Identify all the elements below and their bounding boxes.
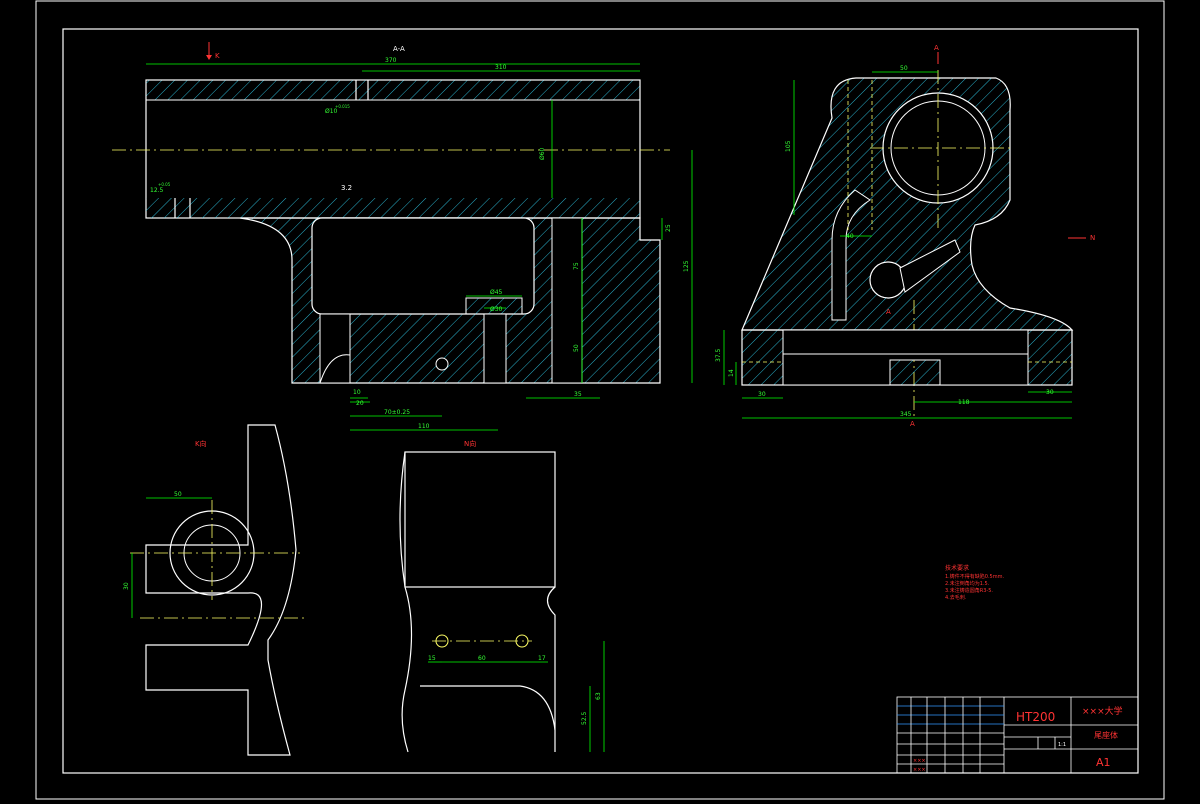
n-dim-60: 60 <box>478 655 486 662</box>
a-marker-mid: A <box>886 308 891 316</box>
title-block: ××× ××× HT200 ×××大学 尾座体 A1 1:1 <box>896 696 1139 774</box>
dim-75: 75 <box>573 262 580 270</box>
a-marker-top: A <box>934 44 939 52</box>
side-dim-30a: 30 <box>758 391 766 398</box>
dim-dia10: Ø10 <box>325 108 338 115</box>
checker-mark: ××× <box>913 767 926 773</box>
roughness-symbol: 3.2 <box>341 184 352 192</box>
a-marker-bottom: A <box>910 420 915 428</box>
school-name: ×××大学 <box>1082 705 1123 717</box>
side-view: A 50 105 40 345 30 118 30 37.5 14 N A A <box>715 44 1095 428</box>
k-view-label: K向 <box>195 439 207 448</box>
sheet-size: A1 <box>1096 756 1111 769</box>
dim-12-5: 12.5 <box>150 187 164 194</box>
side-dim-40: 40 <box>846 233 854 240</box>
n-view: N向 60 15 17 63 52.5 <box>399 439 605 753</box>
k-view: K向 50 30 <box>123 424 306 756</box>
dim-12-5-tol: +0.05 <box>158 182 171 187</box>
dim-125: 125 <box>683 260 690 272</box>
side-dim-14: 14 <box>728 369 735 377</box>
scale-value: 1:1 <box>1058 742 1066 748</box>
k-view-outline <box>145 424 297 756</box>
k-dim-30: 30 <box>123 582 130 590</box>
dim-dia45: Ø45 <box>490 289 503 296</box>
drawing-canvas: A-A K 370 310 Ø10 +0.015 12.5 +0.05 3.2 <box>0 0 1200 800</box>
side-dim-345: 345 <box>900 411 912 418</box>
dim-dia10-tol: +0.015 <box>335 104 350 109</box>
dim-dia30: Ø30 <box>490 306 503 313</box>
dim-50: 50 <box>573 344 580 352</box>
dim-r: Ø60 <box>539 147 546 160</box>
side-dim-37-5: 37.5 <box>715 348 722 362</box>
dim-310: 310 <box>495 64 507 71</box>
notes-line-2: 2.未注倒角均为1.5. <box>945 580 990 587</box>
notes-line-3: 3.未注铸造圆角R3-5. <box>945 587 993 594</box>
k-marker-label: K <box>215 52 220 60</box>
notes-line-4: 4.去毛刺. <box>945 594 967 601</box>
n-marker-label: N <box>1090 234 1095 242</box>
n-dim-15: 15 <box>428 655 436 662</box>
dim-20: 20 <box>356 400 364 407</box>
notes-line-1: 1.铸件不得有缺陷0.5mm. <box>945 573 1004 580</box>
k-dim-50: 50 <box>174 491 182 498</box>
technical-notes: 技术要求 1.铸件不得有缺陷0.5mm. 2.未注倒角均为1.5. 3.未注铸造… <box>945 564 1004 601</box>
section-aa-label: A-A <box>393 45 405 53</box>
section-aa-view: A-A K 370 310 Ø10 +0.015 12.5 +0.05 3.2 <box>112 42 693 431</box>
n-dim-17: 17 <box>538 655 546 662</box>
notes-title: 技术要求 <box>945 564 969 572</box>
dim-25: 25 <box>665 224 672 232</box>
dim-35: 35 <box>574 391 582 398</box>
designer-mark: ××× <box>913 758 926 764</box>
dim-10: 10 <box>353 389 361 396</box>
cad-drawing: A-A K 370 310 Ø10 +0.015 12.5 +0.05 3.2 <box>35 0 1165 800</box>
side-dim-118: 118 <box>958 399 970 406</box>
side-dim-50: 50 <box>900 65 908 72</box>
material-label: HT200 <box>1016 710 1055 724</box>
side-dim-105: 105 <box>785 140 792 152</box>
part-name: 尾座体 <box>1094 730 1118 740</box>
n-dim-63: 63 <box>595 692 602 700</box>
side-dim-30b: 30 <box>1046 389 1054 396</box>
n-view-label: N向 <box>464 439 476 448</box>
dim-110: 110 <box>418 423 430 430</box>
dim-70: 70±0.25 <box>384 409 410 416</box>
dim-370: 370 <box>385 57 397 64</box>
n-dim-52-5: 52.5 <box>581 711 588 725</box>
